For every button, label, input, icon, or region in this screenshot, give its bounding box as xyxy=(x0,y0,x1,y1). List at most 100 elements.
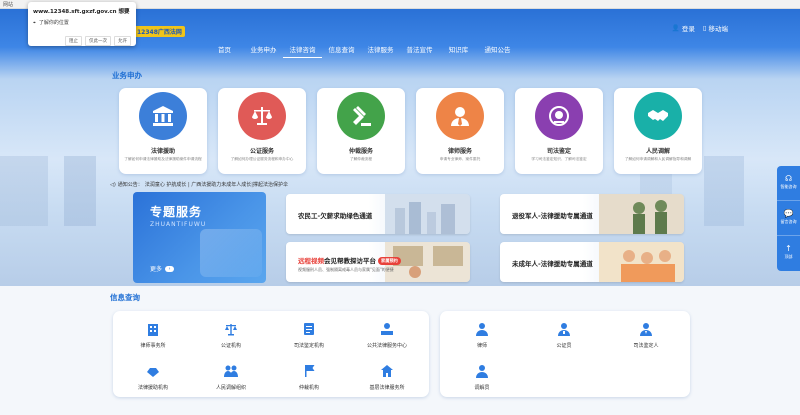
mediator-icon xyxy=(476,365,488,378)
headset-icon: ☊ xyxy=(784,174,793,183)
notice-bar: ◁) 通知公告： 法润童心 护航成长 | 广西法援助力未成年人成长|撑起法治保护… xyxy=(110,181,288,189)
item-label: 公证员 xyxy=(556,343,572,349)
card-arbitration[interactable]: 仲裁服务 了解仲裁流程 xyxy=(317,88,405,174)
query-grassroots-legal-office[interactable]: 基层法律服务所 xyxy=(347,364,427,391)
nav-notices[interactable]: 通知公告 xyxy=(478,44,517,58)
card-mediation[interactable]: 人民调解 了解如何申请调解和人民调解指导和调解 xyxy=(614,88,702,174)
item-label: 公共法律服务中心 xyxy=(366,343,407,349)
item-label: 司法鉴定人 xyxy=(633,343,659,349)
mobile-link[interactable]: ▯ 移动端 xyxy=(703,23,728,33)
business-cards: 法律援助 了解如何申请法律援助及法律援助案件申请流程 公证服务 了解如何办理公证… xyxy=(119,88,702,174)
card-title: 仲裁服务 xyxy=(348,148,373,155)
speaker-icon: ◁) xyxy=(110,181,116,188)
hand-image xyxy=(200,229,262,277)
nav-legal-service[interactable]: 法律服务 xyxy=(361,44,400,58)
query-arbitration-institution[interactable]: 仲裁机构 xyxy=(269,364,349,391)
location-permission-popup: www.12348.sft.gxzf.gov.cn 想要 ⌖ 了解你的位置 阻止… xyxy=(28,2,136,46)
chat-icon: 💬 xyxy=(783,209,794,218)
nav-info-query[interactable]: 信息查询 xyxy=(322,44,361,58)
logo-subtitle: 12348广西法网 xyxy=(134,25,185,37)
topic-label: 未成年人-法律援助专属通道 xyxy=(512,260,593,268)
soldiers-photo xyxy=(599,194,684,234)
service-desk-icon xyxy=(381,323,393,335)
item-label: 公证机构 xyxy=(220,343,241,349)
side-toolbar: ☊ 智能咨询 💬 留言咨询 ↑ 顶部 xyxy=(777,166,800,271)
block-button[interactable]: 阻止 xyxy=(65,36,82,46)
info-section-title: 信息查询 xyxy=(110,293,140,302)
popup-permission-row: ⌖ 了解你的位置 xyxy=(33,19,69,27)
topic-label: 退役军人-法律援助专属通道 xyxy=(512,212,593,220)
card-title: 司法鉴定 xyxy=(546,148,571,155)
notice-text[interactable]: 法润童心 护航成长 | 广西法援助力未成年人成长|撑起法治保护伞 xyxy=(145,181,288,188)
tool-label: 顶部 xyxy=(784,254,793,259)
allow-once-button[interactable]: 仅此一次 xyxy=(85,36,111,46)
browser-tab[interactable]: 网站 xyxy=(3,1,13,8)
mobile-label: 移动端 xyxy=(708,25,729,33)
card-title: 人民调解 xyxy=(645,148,670,155)
query-notary[interactable]: 公证员 xyxy=(524,322,604,349)
nav-home[interactable]: 首页 xyxy=(205,44,244,58)
message-consult-button[interactable]: 💬 留言咨询 xyxy=(777,201,800,236)
query-forensic-institution[interactable]: 司法鉴定机构 xyxy=(269,322,349,349)
arrow-up-icon: ↑ xyxy=(785,244,792,253)
query-forensic-expert[interactable]: 司法鉴定人 xyxy=(606,322,686,349)
login-label: 登录 xyxy=(681,25,695,33)
back-to-top-button[interactable]: ↑ 顶部 xyxy=(777,236,800,271)
smart-consult-button[interactable]: ☊ 智能咨询 xyxy=(777,166,800,201)
query-mediation-org[interactable]: 人民调解组织 xyxy=(191,364,271,391)
more-label: 更多 xyxy=(150,266,163,273)
card-forensic[interactable]: 司法鉴定 学习司法鉴定知识、了解司法鉴定 xyxy=(515,88,603,174)
popup-buttons: 阻止 仅此一次 允许 xyxy=(65,36,131,46)
user-icon: 👤 xyxy=(671,24,680,32)
card-notary[interactable]: 公证服务 了解如何办理公证服务流程和申办中心 xyxy=(218,88,306,174)
scales-icon xyxy=(225,324,237,336)
tool-label: 留言咨询 xyxy=(780,219,797,224)
arrow-right-icon: › xyxy=(165,265,175,272)
query-law-firm[interactable]: 律师事务所 xyxy=(113,322,193,349)
nav-legal-consult[interactable]: 法律咨询 xyxy=(283,44,322,58)
business-section-title: 业务申办 xyxy=(112,71,142,80)
login-link[interactable]: 👤 登录 xyxy=(672,23,695,33)
mobile-icon: ▯ xyxy=(702,24,707,32)
popup-url: www.12348.sft.gxzf.gov.cn 想要 xyxy=(33,9,130,15)
top-links: 👤 登录 ▯ 移动端 xyxy=(672,23,728,33)
query-legal-aid-institution[interactable]: 法律援助机构 xyxy=(113,364,193,391)
topic-remote-visit[interactable]: 远程视频会见帮教探访平台 家属预约 视频服刑人员、强制隔离戒毒人员与家属"见面"的… xyxy=(286,242,470,282)
house-icon xyxy=(381,365,393,377)
hands-icon xyxy=(147,368,159,377)
item-label: 司法鉴定机构 xyxy=(293,343,324,349)
city-photo xyxy=(385,194,470,234)
courthouse-icon xyxy=(139,92,187,140)
allow-button[interactable]: 允许 xyxy=(114,36,131,46)
document-icon xyxy=(304,323,314,335)
personnel-query-panel: 律师 公证员 司法鉴定人 调解员 xyxy=(440,311,690,397)
nav-business[interactable]: 业务申办 xyxy=(244,44,283,58)
nav-law-education[interactable]: 普法宣传 xyxy=(400,44,439,58)
topic-tag[interactable]: 家属预约 xyxy=(378,257,401,265)
query-lawyer[interactable]: 律师 xyxy=(442,322,522,349)
people-icon xyxy=(224,365,238,377)
query-public-legal-center[interactable]: 公共法律服务中心 xyxy=(347,322,427,349)
emblem-icon xyxy=(535,92,583,140)
topic-service-banner[interactable]: 专题服务 ZHUANTIFUWU 更多 › xyxy=(133,192,266,283)
gavel-icon xyxy=(337,92,385,140)
expert-icon xyxy=(640,323,652,336)
card-lawyer[interactable]: 律师服务 申请专业律师、案件委托 xyxy=(416,88,504,174)
query-notary-office[interactable]: 公证机构 xyxy=(191,322,271,349)
popup-permission-text: 了解你的位置 xyxy=(38,20,69,26)
topic-label-rest: 会见帮教探访平台 xyxy=(324,257,376,265)
nav-knowledge[interactable]: 知识库 xyxy=(439,44,478,58)
card-desc: 了解仲裁流程 xyxy=(349,157,373,161)
item-label: 人民调解组织 xyxy=(215,385,246,391)
topic-more-link[interactable]: 更多 › xyxy=(150,264,175,273)
topic-migrant-workers[interactable]: 农民工-欠薪求助绿色通道 xyxy=(286,194,470,234)
topic-veterans[interactable]: 退役军人-法律援助专属通道 xyxy=(500,194,684,234)
building-icon xyxy=(148,324,158,336)
card-desc: 申请专业律师、案件委托 xyxy=(439,157,481,161)
person-badge-icon xyxy=(558,323,570,336)
card-legal-aid[interactable]: 法律援助 了解如何申请法律援助及法律援助案件申请流程 xyxy=(119,88,207,174)
location-pin-icon: ⌖ xyxy=(33,19,36,26)
item-label: 基层法律服务所 xyxy=(369,385,405,391)
query-mediator[interactable]: 调解员 xyxy=(442,364,522,391)
topic-minors[interactable]: 未成年人-法律援助专属通道 xyxy=(500,242,684,282)
